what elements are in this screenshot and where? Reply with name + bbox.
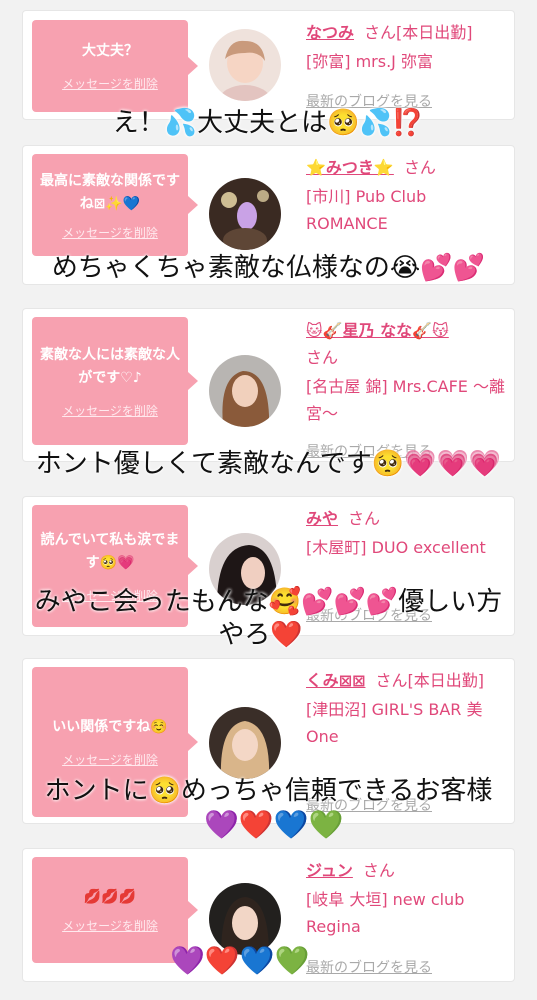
san-status: さん[本日出勤]: [364, 23, 473, 42]
latest-blog-link[interactable]: 最新のブログを見る: [306, 957, 432, 977]
hearts-row: 💜❤️💙💚: [170, 944, 310, 977]
delete-message-link[interactable]: メッセージを削除: [62, 917, 158, 934]
shop-name: [木屋町] DUO excellent: [306, 538, 486, 557]
handwritten-caption: めちゃくちゃ素敵な仏様なの😭💕💕: [51, 253, 486, 283]
cast-name-link[interactable]: くみ⊠⊠: [306, 671, 365, 690]
shop-name: [岐阜 大垣] new club Regina: [306, 890, 465, 936]
hearts-row: 💜❤️💙💚: [204, 808, 344, 841]
shop-name: [名古屋 錦] Mrs.CAFE ～離宮～: [306, 377, 505, 423]
card-nana: 素敵な人には素敵な人がです♡♪ メッセージを削除 🐱🎸星乃 なな🎸😽 さん [名…: [22, 308, 515, 462]
san-status: さん: [348, 509, 381, 528]
profile-info: ジュン さん [岐阜 大垣] new club Regina: [306, 857, 511, 940]
cast-name-link[interactable]: ジュン: [306, 861, 353, 880]
san-status: さん: [362, 861, 395, 880]
handwritten-caption: ホントに🥺めっちゃ信頼できるお客様: [44, 776, 493, 806]
message-bubble: 素敵な人には素敵な人がです♡♪ メッセージを削除: [32, 317, 198, 445]
message-text: 大丈夫？: [82, 43, 138, 59]
delete-message-link[interactable]: メッセージを削除: [62, 751, 158, 768]
cast-name-link[interactable]: ⭐みつき⭐: [306, 158, 394, 177]
message-bubble: 最高に素敵な関係ですね⊠✨💙 メッセージを削除: [32, 154, 198, 256]
shop-name: [弥富] mrs.J 弥富: [306, 52, 433, 71]
avatar[interactable]: [209, 707, 281, 779]
profile-info: みや さん [木屋町] DUO excellent: [306, 505, 511, 561]
delete-message-link[interactable]: メッセージを削除: [62, 224, 158, 241]
san-status: さん[本日出勤]: [375, 671, 484, 690]
handwritten-caption: え！💦大丈夫とは🥺💦⁉️: [112, 108, 425, 138]
cast-name-link[interactable]: 🐱🎸星乃 なな🎸😽: [306, 321, 449, 340]
message-bubble: 大丈夫？ メッセージを削除: [32, 20, 198, 112]
delete-message-link[interactable]: メッセージを削除: [62, 75, 158, 92]
san-status: さん: [306, 348, 339, 367]
handwritten-caption-line2: やろ❤️: [218, 620, 303, 650]
shop-name: [市川] Pub Club ROMANCE: [306, 187, 427, 233]
handwritten-caption: みやこ会ったもんな🥰💕💕💕優しい方: [34, 587, 503, 617]
message-text: いい関係ですね☺️: [52, 719, 168, 735]
san-status: さん: [403, 158, 436, 177]
handwritten-caption: ホント優しくて素敵なんです🥺💗💗💗: [35, 449, 502, 479]
message-text: 読んでいて私も涙でます🥺💗: [40, 531, 180, 571]
avatar[interactable]: [209, 29, 281, 101]
message-bubble: 💋💋💋 メッセージを削除: [32, 857, 198, 963]
card-natsumi: 大丈夫？ メッセージを削除 なつみ さん[本日出勤] [弥富] mrs.J 弥富 …: [22, 10, 515, 120]
delete-message-link[interactable]: メッセージを削除: [62, 402, 158, 419]
message-text: 最高に素敵な関係ですね⊠✨💙: [40, 172, 180, 212]
profile-info: くみ⊠⊠ さん[本日出勤] [津田沼] GIRL'S BAR 美One: [306, 667, 511, 750]
profile-info: 🐱🎸星乃 なな🎸😽 さん [名古屋 錦] Mrs.CAFE ～離宮～: [306, 317, 511, 427]
avatar[interactable]: [209, 178, 281, 250]
avatar[interactable]: [209, 355, 281, 427]
cast-name-link[interactable]: なつみ: [306, 23, 354, 42]
profile-info: なつみ さん[本日出勤] [弥富] mrs.J 弥富: [306, 19, 511, 75]
shop-name: [津田沼] GIRL'S BAR 美One: [306, 700, 483, 746]
message-text: 素敵な人には素敵な人がです♡♪: [40, 346, 180, 386]
profile-info: ⭐みつき⭐ さん [市川] Pub Club ROMANCE: [306, 154, 511, 237]
message-text: 💋💋💋: [83, 889, 137, 905]
cast-name-link[interactable]: みや: [306, 509, 338, 528]
